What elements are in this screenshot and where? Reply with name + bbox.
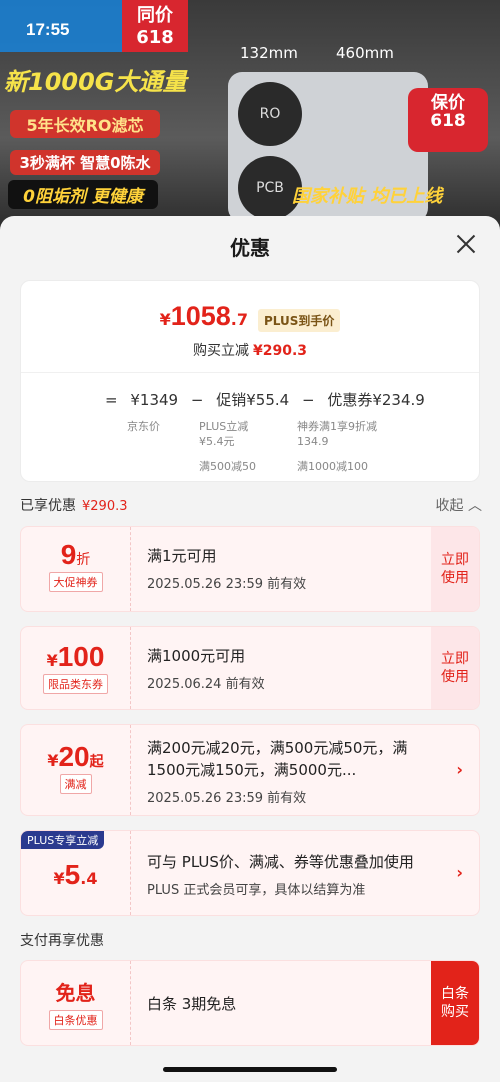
- coupon-title: 可与 PLUS价、满减、券等优惠叠加使用: [147, 853, 414, 871]
- baitiao-buy-button[interactable]: 白条 购买: [431, 961, 479, 1045]
- chevron-right-icon[interactable]: ›: [456, 863, 463, 882]
- chevron-up-icon: ︿: [463, 498, 482, 514]
- jd-price: ¥1349: [130, 391, 179, 409]
- coupon-title: 白条 3期免息: [147, 995, 237, 1013]
- coupon-title: 满200元减20元，满500元减50元，满1500元减150元，满5000元..…: [147, 739, 408, 779]
- coupon-expiry: 2025.06.24 前有效: [147, 677, 265, 692]
- slogan-healthy: 0阻垢剂 更健康: [8, 180, 158, 209]
- promo-caption: PLUS立减 ¥5.4元: [199, 420, 249, 448]
- coupon-type-tag: 满减: [59, 774, 92, 794]
- dimension-depth: 460mm: [336, 44, 394, 62]
- use-now-button[interactable]: 立即 使用: [431, 627, 479, 709]
- plus-price-tag: PLUS到手价: [258, 309, 341, 332]
- price-formula: = ¥1349 − 促销¥55.4 − 优惠券¥234.9 京东价 PLUS立减…: [105, 391, 425, 473]
- enjoyed-discount-label: 已享优惠 ¥290.3: [20, 498, 128, 514]
- promo-value: ¥55.4: [246, 391, 290, 409]
- home-indicator: [163, 1067, 337, 1072]
- price-protect-badge: 保价 618: [408, 88, 488, 152]
- same-price-badge: 同价 618: [122, 0, 188, 52]
- promo-caption-2: 满500减50: [199, 460, 256, 473]
- coupon-expiry: 2025.05.26 23:59 前有效: [147, 791, 307, 806]
- status-time: 17:55: [26, 20, 70, 39]
- chevron-right-icon[interactable]: ›: [456, 760, 463, 779]
- dimension-width: 132mm: [240, 44, 298, 62]
- coupon-type-tag: 限品类东券: [43, 674, 108, 694]
- coupon-caption-2: 满1000减100: [297, 460, 368, 473]
- coupon-title: 满1000元可用: [147, 647, 246, 665]
- coupon-type-tag: 大促神券: [48, 572, 103, 592]
- pay-discount-label: 支付再享优惠: [20, 933, 104, 949]
- device-ro-module: RO: [238, 82, 302, 146]
- coupon-label: 优惠券: [327, 391, 373, 409]
- jd-price-caption: 京东价: [127, 420, 160, 433]
- product-hero-background: 17:55 同价 618 新1000G大通量 5年长效RO滤芯 3秒满杯 智慧0…: [0, 0, 500, 230]
- baitiao-coupon-card[interactable]: 免息 白条优惠 白条 3期免息 白条 购买: [20, 960, 480, 1046]
- final-price: ¥ 1058 .7 PLUS到手价: [21, 281, 479, 332]
- discount-sheet: 优惠 ¥ 1058 .7 PLUS到手价 购买立减 ¥290.3 = ¥1349 …: [0, 216, 500, 1082]
- instant-discount: 购买立减 ¥290.3: [192, 343, 308, 359]
- slogan-throughput: 新1000G大通量: [4, 68, 187, 96]
- use-now-button[interactable]: 立即 使用: [431, 527, 479, 611]
- coupon-value: ¥234.9: [372, 391, 425, 409]
- coupon-subtitle: PLUS 正式会员可享，具体以结算为准: [147, 883, 366, 898]
- national-subsidy-text: 国家补贴 均已上线: [292, 186, 443, 207]
- slogan-fill: 3秒满杯 智慧0陈水: [10, 150, 160, 175]
- price-summary-card: ¥ 1058 .7 PLUS到手价 购买立减 ¥290.3 = ¥1349 − 促…: [20, 280, 480, 482]
- coupon-title: 满1元可用: [147, 547, 217, 565]
- coupon-card-100[interactable]: ¥100 限品类东券 满1000元可用 2025.06.24 前有效 立即 使用: [20, 626, 480, 710]
- coupon-expiry: 2025.05.26 23:59 前有效: [147, 577, 307, 592]
- sheet-title: 优惠: [230, 236, 270, 260]
- coupon-type-tag: 白条优惠: [48, 1010, 103, 1030]
- close-icon[interactable]: [454, 232, 478, 256]
- promo-label: 促销: [216, 391, 247, 409]
- collapse-button[interactable]: 收起 ︿: [436, 495, 482, 515]
- coupon-card-discount[interactable]: 9折 大促神券 满1元可用 2025.05.26 23:59 前有效 立即 使用: [20, 526, 480, 612]
- coupon-card-plus[interactable]: PLUS专享立减 ¥5.4 可与 PLUS价、满减、券等优惠叠加使用 PLUS …: [20, 830, 480, 916]
- coupon-card-full-reduction[interactable]: ¥20起 满减 满200元减20元，满500元减50元，满1500元减150元，…: [20, 724, 480, 816]
- coupon-caption: 神券满1享9折减 134.9: [297, 420, 377, 448]
- slogan-filter: 5年长效RO滤芯: [10, 110, 160, 138]
